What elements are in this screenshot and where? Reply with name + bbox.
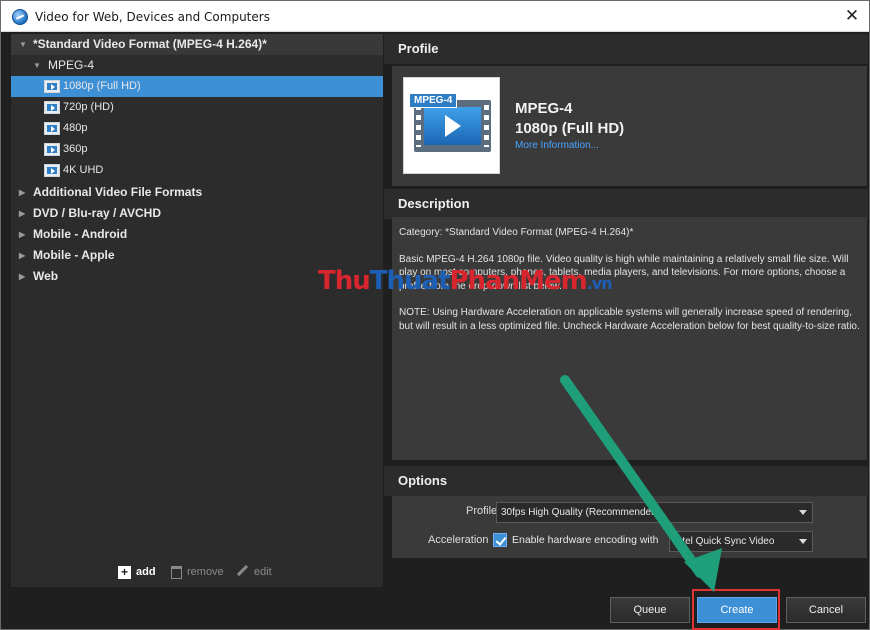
- hw-encoding-checkbox[interactable]: [493, 533, 507, 547]
- video-file-icon: [44, 122, 60, 135]
- tree-category-standard[interactable]: ▼ *Standard Video Format (MPEG-4 H.264)*: [11, 34, 383, 55]
- hw-encoder-dropdown[interactable]: Intel Quick Sync Video: [669, 531, 813, 552]
- video-file-icon: [44, 80, 60, 93]
- edit-button[interactable]: edit: [236, 564, 272, 580]
- preset-toolbar: + add remove edit: [11, 554, 383, 587]
- tree-item-360p[interactable]: 360p: [11, 139, 383, 160]
- close-icon[interactable]: ✕: [841, 5, 863, 27]
- title-bar: Video for Web, Devices and Computers ✕: [1, 1, 869, 32]
- cancel-button[interactable]: Cancel: [786, 597, 866, 623]
- profile-label: Profile: [466, 505, 498, 517]
- queue-button[interactable]: Queue: [610, 597, 690, 623]
- more-information-link[interactable]: More Information...: [515, 140, 599, 151]
- add-button[interactable]: + add: [118, 564, 156, 580]
- tree-item-1080p[interactable]: 1080p (Full HD): [11, 76, 383, 97]
- profile-dropdown[interactable]: 30fps High Quality (Recommended): [496, 502, 813, 523]
- video-file-icon: [44, 143, 60, 156]
- tree-category-apple[interactable]: ▶ Mobile - Apple: [11, 245, 383, 266]
- app-window: Video for Web, Devices and Computers ✕ ▼…: [0, 0, 870, 630]
- remove-button[interactable]: remove: [171, 564, 224, 580]
- tree-item-480p[interactable]: 480p: [11, 118, 383, 139]
- watermark-logo: ThuThuatPhanMem.vn: [318, 266, 613, 296]
- description-heading: Description: [384, 189, 868, 219]
- description-box: Category: *Standard Video Format (MPEG-4…: [392, 217, 867, 460]
- tree-subcategory-mpeg4[interactable]: ▼ MPEG-4: [11, 55, 383, 76]
- acceleration-label: Acceleration: [428, 534, 489, 546]
- expand-down-icon: ▼: [33, 61, 41, 70]
- video-file-icon: [44, 164, 60, 177]
- expand-right-icon: ▶: [19, 251, 26, 260]
- profile-heading: Profile: [384, 34, 868, 64]
- expand-right-icon: ▶: [19, 272, 26, 281]
- create-highlight-box: [692, 589, 780, 630]
- chevron-down-icon: [799, 539, 807, 544]
- expand-right-icon: ▶: [19, 188, 26, 197]
- profile-subtitle: 1080p (Full HD): [515, 120, 625, 137]
- video-file-icon: [44, 101, 60, 114]
- description-category: Category: *Standard Video Format (MPEG-4…: [399, 227, 634, 238]
- expand-right-icon: ▶: [19, 230, 26, 239]
- preset-tree-panel: ▼ *Standard Video Format (MPEG-4 H.264)*…: [11, 34, 383, 587]
- tree-item-720p[interactable]: 720p (HD): [11, 97, 383, 118]
- window-title: Video for Web, Devices and Computers: [35, 10, 270, 24]
- profile-title: MPEG-4: [515, 100, 573, 117]
- tree-category-dvd[interactable]: ▶ DVD / Blu-ray / AVCHD: [11, 203, 383, 224]
- description-note: NOTE: Using Hardware Acceleration on app…: [399, 307, 860, 332]
- thumbnail-format-tag: MPEG-4: [409, 93, 458, 108]
- app-logo-icon: [12, 9, 28, 25]
- plus-icon: +: [118, 565, 131, 579]
- format-thumbnail: MPEG-4: [403, 77, 500, 174]
- tree-item-4k[interactable]: 4K UHD: [11, 160, 383, 181]
- profile-card: MPEG-4 MPEG-4 1080p (Full HD) More Infor…: [392, 66, 867, 186]
- tree-category-additional-formats[interactable]: ▶ Additional Video File Formats: [11, 182, 383, 203]
- chevron-down-icon: [799, 510, 807, 515]
- expand-right-icon: ▶: [19, 209, 26, 218]
- hw-encoding-label: Enable hardware encoding with: [512, 534, 659, 546]
- expand-down-icon: ▼: [19, 40, 27, 49]
- trash-icon: [171, 565, 182, 579]
- tree-category-android[interactable]: ▶ Mobile - Android: [11, 224, 383, 245]
- details-panel: Profile MPEG-4 MPEG-4 1080p (Full HD) Mo…: [384, 34, 868, 587]
- pencil-icon: [236, 564, 249, 577]
- options-heading: Options: [384, 466, 868, 496]
- options-box: Profile 30fps High Quality (Recommended)…: [392, 496, 867, 558]
- play-icon: [445, 115, 461, 137]
